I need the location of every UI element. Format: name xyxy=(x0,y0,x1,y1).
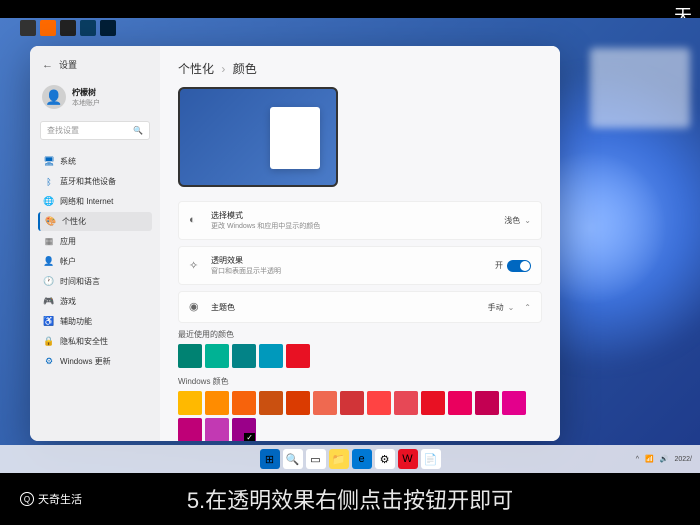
settings-window: ← 设置 👤 柠檬树 本地账户 查找设置 🔍 🖥系统ᛒ蓝牙和其他设备🌐网络和 I… xyxy=(30,46,560,441)
taskbar-app[interactable]: 📄 xyxy=(421,449,441,469)
color-swatch[interactable] xyxy=(205,418,229,441)
watermark-bottom-left: Q 天奇生活 xyxy=(20,491,82,507)
nav-list: 🖥系统ᛒ蓝牙和其他设备🌐网络和 Internet🎨个性化▦应用👤帐户🕐时间和语言… xyxy=(38,152,152,371)
setting-透明效果[interactable]: ✧透明效果窗口和表面显示半透明开 xyxy=(178,246,542,285)
back-icon[interactable]: ← xyxy=(42,59,53,71)
nav-icon: 🌐 xyxy=(44,197,54,207)
taskbar: ⊞🔍▭📁e⚙W📄 ^ 📶 🔊 2022/ xyxy=(0,445,700,473)
taskbar-app[interactable]: ⚙ xyxy=(375,449,395,469)
color-swatch[interactable] xyxy=(286,391,310,415)
tray-wifi-icon[interactable]: 📶 xyxy=(645,455,654,463)
recent-colors-label: 最近使用的颜色 xyxy=(178,329,542,340)
search-icon: 🔍 xyxy=(133,126,143,135)
color-swatch[interactable] xyxy=(232,344,256,368)
color-swatch[interactable] xyxy=(475,391,499,415)
setting-icon: ✧ xyxy=(189,259,203,273)
color-swatch[interactable] xyxy=(205,344,229,368)
color-swatch[interactable] xyxy=(178,418,202,441)
tray-volume-icon[interactable]: 🔊 xyxy=(660,455,669,463)
color-swatch[interactable] xyxy=(367,391,391,415)
color-swatch[interactable] xyxy=(205,391,229,415)
taskbar-apps: ⊞🔍▭📁e⚙W📄 xyxy=(260,449,441,469)
wm-logo-icon: Q xyxy=(20,492,34,506)
search-input[interactable]: 查找设置 🔍 xyxy=(40,121,150,140)
color-swatch[interactable] xyxy=(502,391,526,415)
color-preview xyxy=(178,87,338,187)
color-swatch[interactable] xyxy=(286,344,310,368)
nav-item-蓝牙和其他设备[interactable]: ᛒ蓝牙和其他设备 xyxy=(38,172,152,191)
nav-icon: ⚙ xyxy=(44,357,54,367)
setting-icon: ◐ xyxy=(189,214,203,228)
nav-icon: 🔒 xyxy=(44,337,54,347)
nav-icon: 🎮 xyxy=(44,297,54,307)
recent-colors-grid xyxy=(178,344,542,368)
color-swatch[interactable] xyxy=(259,391,283,415)
content-area: 个性化 › 颜色 ◐选择模式更改 Windows 和应用中显示的颜色浅色⌄ ✧透明… xyxy=(160,46,560,441)
nav-item-帐户[interactable]: 👤帐户 xyxy=(38,252,152,271)
nav-icon: 🖥 xyxy=(44,157,54,167)
nav-icon: 🎨 xyxy=(46,217,56,227)
taskbar-app[interactable]: ▭ xyxy=(306,449,326,469)
nav-icon: ▦ xyxy=(44,237,54,247)
setting-control[interactable]: 浅色⌄ xyxy=(504,215,531,226)
breadcrumb-parent[interactable]: 个性化 xyxy=(178,62,214,76)
breadcrumb: 个性化 › 颜色 xyxy=(178,60,542,77)
nav-item-游戏[interactable]: 🎮游戏 xyxy=(38,292,152,311)
color-swatch[interactable] xyxy=(313,391,337,415)
tray-date[interactable]: 2022/ xyxy=(674,456,692,463)
nav-item-系统[interactable]: 🖥系统 xyxy=(38,152,152,171)
nav-icon: ♿ xyxy=(44,317,54,327)
taskbar-app[interactable]: 📁 xyxy=(329,449,349,469)
nav-icon: 👤 xyxy=(44,257,54,267)
color-swatch[interactable] xyxy=(259,344,283,368)
desktop-top-icons xyxy=(0,18,700,40)
setting-control[interactable]: 开 xyxy=(495,260,531,272)
taskbar-app[interactable]: e xyxy=(352,449,372,469)
nav-item-辅助功能[interactable]: ♿辅助功能 xyxy=(38,312,152,331)
color-swatch[interactable] xyxy=(232,391,256,415)
windows-colors-grid xyxy=(178,391,542,441)
avatar: 👤 xyxy=(42,85,66,109)
setting-选择模式[interactable]: ◐选择模式更改 Windows 和应用中显示的颜色浅色⌄ xyxy=(178,201,542,240)
nav-icon: 🕐 xyxy=(44,277,54,287)
color-swatch[interactable] xyxy=(394,391,418,415)
window-title-row: ← 设置 xyxy=(38,54,152,75)
tray-chevron-icon[interactable]: ^ xyxy=(636,456,639,463)
caption-bar: Q 天奇生活 5.在透明效果右侧点击按钮开即可 xyxy=(0,473,700,525)
user-name: 柠檬树 xyxy=(72,87,100,98)
desktop: ← 设置 👤 柠檬树 本地账户 查找设置 🔍 🖥系统ᛒ蓝牙和其他设备🌐网络和 I… xyxy=(0,18,700,473)
user-row[interactable]: 👤 柠檬树 本地账户 xyxy=(38,79,152,115)
subtitle-caption: 5.在透明效果右侧点击按钮开即可 xyxy=(187,483,513,515)
setting-icon: ◉ xyxy=(189,300,203,314)
windows-colors-label: Windows 颜色 xyxy=(178,376,542,387)
user-sub: 本地账户 xyxy=(72,98,100,108)
color-swatch[interactable] xyxy=(340,391,364,415)
nav-item-时间和语言[interactable]: 🕐时间和语言 xyxy=(38,272,152,291)
taskbar-app[interactable]: W xyxy=(398,449,418,469)
window-title: 设置 xyxy=(59,58,77,71)
taskbar-right[interactable]: ^ 📶 🔊 2022/ xyxy=(636,455,692,463)
taskbar-app[interactable]: ⊞ xyxy=(260,449,280,469)
setting-control[interactable]: 手动⌄⌃ xyxy=(488,302,531,313)
blurred-region xyxy=(590,48,690,128)
color-swatch[interactable] xyxy=(232,418,256,441)
toggle-switch[interactable] xyxy=(507,260,531,272)
setting-主题色[interactable]: ◉主题色手动⌄⌃ xyxy=(178,291,542,323)
sidebar: ← 设置 👤 柠檬树 本地账户 查找设置 🔍 🖥系统ᛒ蓝牙和其他设备🌐网络和 I… xyxy=(30,46,160,441)
nav-item-网络和 Internet[interactable]: 🌐网络和 Internet xyxy=(38,192,152,211)
nav-item-个性化[interactable]: 🎨个性化 xyxy=(38,212,152,231)
nav-icon: ᛒ xyxy=(44,177,54,187)
nav-item-应用[interactable]: ▦应用 xyxy=(38,232,152,251)
breadcrumb-current: 颜色 xyxy=(233,62,257,76)
nav-item-隐私和安全性[interactable]: 🔒隐私和安全性 xyxy=(38,332,152,351)
color-swatch[interactable] xyxy=(178,391,202,415)
color-swatch[interactable] xyxy=(448,391,472,415)
taskbar-app[interactable]: 🔍 xyxy=(283,449,303,469)
color-swatch[interactable] xyxy=(421,391,445,415)
nav-item-Windows 更新[interactable]: ⚙Windows 更新 xyxy=(38,352,152,371)
color-swatch[interactable] xyxy=(178,344,202,368)
